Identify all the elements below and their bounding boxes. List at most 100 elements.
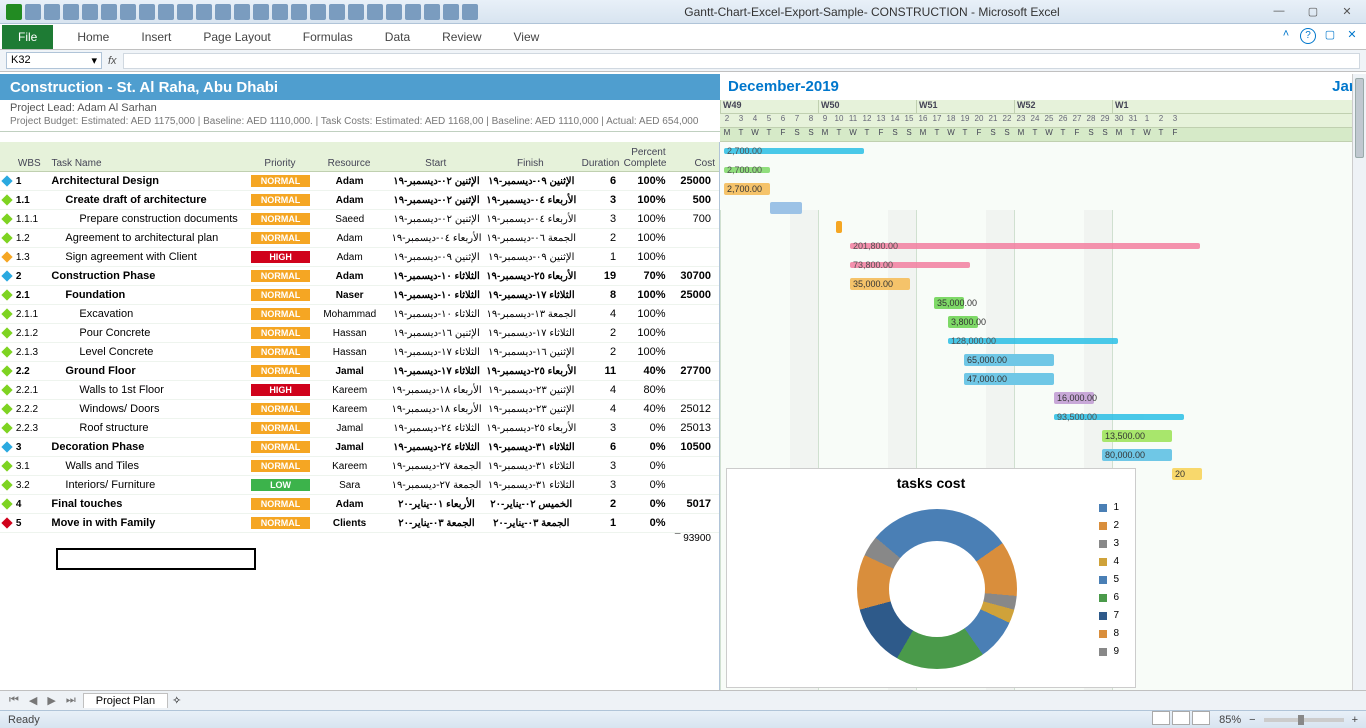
task-row[interactable]: 1.2Agreement to architectural planNORMAL…	[0, 229, 719, 248]
qat-button[interactable]	[139, 4, 155, 20]
tasks-cost-chart[interactable]: tasks cost 123456789	[726, 468, 1136, 688]
gantt-chart[interactable]: 2,700.00 2,700.00 2,700.00 201,800.00 73,800…	[720, 142, 1366, 690]
gantt-bar[interactable]: 13,500.00	[1102, 430, 1172, 442]
view-buttons[interactable]	[1151, 711, 1211, 728]
gantt-bar[interactable]: 16,000.00	[1054, 392, 1094, 404]
task-row[interactable]: 3.1Walls and TilesNORMALKareemالجمعة ٢٧-…	[0, 457, 719, 476]
qat-button[interactable]	[253, 4, 269, 20]
gantt-bar[interactable]: 93,500.00	[1054, 414, 1184, 420]
gantt-bar[interactable]: 201,800.00	[850, 243, 1200, 249]
formula-input[interactable]	[123, 53, 1360, 69]
col-percent[interactable]: Percent Complete	[620, 147, 670, 169]
gantt-bar[interactable]: 128,000.00	[948, 338, 1118, 344]
zoom-slider[interactable]	[1264, 718, 1344, 722]
qat-button[interactable]	[386, 4, 402, 20]
gantt-bar[interactable]: 20	[1172, 468, 1202, 480]
task-row[interactable]: 2.1.2Pour ConcreteNORMALHassanالإثنين ١٦…	[0, 324, 719, 343]
col-cost[interactable]: Cost	[670, 158, 719, 169]
tab-nav-next[interactable]: ▶	[44, 694, 58, 707]
zoom-level[interactable]: 85%	[1219, 714, 1241, 726]
selected-cell[interactable]	[56, 548, 256, 570]
gantt-bar[interactable]	[770, 202, 802, 214]
qat-button[interactable]	[215, 4, 231, 20]
col-wbs[interactable]: WBS	[14, 158, 48, 169]
gantt-bar[interactable]: 35,000.00	[850, 278, 910, 290]
task-row[interactable]: 2.1FoundationNORMALNaserالثلاثاء ١٠-ديسم…	[0, 286, 719, 305]
sheet-tab-project-plan[interactable]: Project Plan	[83, 693, 168, 708]
maximize-button[interactable]: ▢	[1300, 5, 1326, 18]
vertical-scrollbar[interactable]	[1352, 74, 1366, 690]
ribbon-tab-formulas[interactable]: Formulas	[287, 25, 369, 49]
qat-button[interactable]	[44, 4, 60, 20]
gantt-bar[interactable]: 47,000.00	[964, 373, 1054, 385]
close-button[interactable]: ✕	[1334, 5, 1360, 18]
qat-button[interactable]	[234, 4, 250, 20]
tab-nav-last[interactable]: ⏭	[63, 694, 79, 707]
ribbon-tab-insert[interactable]: Insert	[125, 25, 187, 49]
task-row[interactable]: 1.1Create draft of architectureNORMALAda…	[0, 191, 719, 210]
col-resource[interactable]: Resource	[310, 158, 389, 169]
task-row[interactable]: 2.2Ground FloorNORMALJamalالثلاثاء ١٧-دي…	[0, 362, 719, 381]
gantt-bar[interactable]: 73,800.00	[850, 262, 970, 268]
zoom-in-button[interactable]: +	[1352, 714, 1358, 726]
dropdown-icon[interactable]: ▾	[91, 54, 97, 67]
gantt-bar[interactable]: 2,700.00	[724, 183, 770, 195]
task-row[interactable]: 2Construction PhaseNORMALAdamالثلاثاء ١٠…	[0, 267, 719, 286]
qat-button[interactable]	[272, 4, 288, 20]
ribbon-tab-review[interactable]: Review	[426, 25, 497, 49]
file-tab[interactable]: File	[2, 25, 53, 49]
window-restore-icon[interactable]: ▢	[1322, 28, 1338, 44]
col-duration[interactable]: Duration	[578, 158, 620, 169]
task-row[interactable]: 2.2.3Roof structureNORMALJamalالثلاثاء ٢…	[0, 419, 719, 438]
gantt-bar[interactable]: 65,000.00	[964, 354, 1054, 366]
task-row[interactable]: 1.1.1Prepare construction documentsNORMA…	[0, 210, 719, 229]
tab-nav-first[interactable]: ⏮	[6, 694, 22, 707]
qat-button[interactable]	[63, 4, 79, 20]
col-priority[interactable]: Priority	[250, 158, 309, 169]
task-row[interactable]: 3Decoration PhaseNORMALJamalالثلاثاء ٢٤-…	[0, 438, 719, 457]
ribbon-tab-home[interactable]: Home	[61, 25, 125, 49]
ribbon-tab-view[interactable]: View	[498, 25, 556, 49]
qat-button[interactable]	[443, 4, 459, 20]
ribbon-tab-page-layout[interactable]: Page Layout	[187, 25, 286, 49]
gantt-bar[interactable]: 35,000.00	[934, 297, 964, 309]
ribbon-minimize-icon[interactable]: ˄	[1278, 28, 1294, 44]
qat-button[interactable]	[462, 4, 478, 20]
qat-button[interactable]	[158, 4, 174, 20]
quick-access-toolbar[interactable]	[6, 4, 478, 20]
task-row[interactable]: 3.2Interiors/ FurnitureLOWSaraالجمعة ٢٧-…	[0, 476, 719, 495]
zoom-out-button[interactable]: −	[1249, 714, 1255, 726]
gantt-bar[interactable]: 2,700.00	[724, 148, 864, 154]
qat-button[interactable]	[25, 4, 41, 20]
task-row[interactable]: 2.1.1ExcavationNORMALMohammadالثلاثاء ١٠…	[0, 305, 719, 324]
gantt-bar[interactable]: 3,800.00	[948, 316, 978, 328]
qat-button[interactable]	[367, 4, 383, 20]
qat-button[interactable]	[82, 4, 98, 20]
gantt-bar[interactable]: 2,700.00	[724, 167, 770, 173]
ribbon-tab-data[interactable]: Data	[369, 25, 426, 49]
task-row[interactable]: 1.3Sign agreement with ClientHIGHAdamالإ…	[0, 248, 719, 267]
window-close-icon[interactable]: ✕	[1344, 28, 1360, 44]
col-finish[interactable]: Finish	[483, 158, 578, 169]
task-row[interactable]: 4Final touchesNORMALAdamالأربعاء ٠١-يناي…	[0, 495, 719, 514]
col-task-name[interactable]: Task Name	[48, 158, 251, 169]
name-box[interactable]: K32▾	[6, 52, 102, 69]
qat-button[interactable]	[196, 4, 212, 20]
task-row[interactable]: 2.2.1Walls to 1st FloorHIGHKareemالأربعا…	[0, 381, 719, 400]
help-icon[interactable]: ?	[1300, 28, 1316, 44]
qat-button[interactable]	[348, 4, 364, 20]
qat-button[interactable]	[120, 4, 136, 20]
col-start[interactable]: Start	[388, 158, 483, 169]
qat-button[interactable]	[291, 4, 307, 20]
task-row[interactable]: 2.1.3Level ConcreteNORMALHassanالثلاثاء …	[0, 343, 719, 362]
new-sheet-icon[interactable]: ✧	[172, 694, 181, 707]
qat-button[interactable]	[424, 4, 440, 20]
task-row[interactable]: 1Architectural DesignNORMALAdamالإثنين ٠…	[0, 172, 719, 191]
minimize-button[interactable]: —	[1266, 5, 1292, 18]
gantt-bar[interactable]: 80,000.00	[1102, 449, 1172, 461]
tab-nav-prev[interactable]: ◀	[26, 694, 40, 707]
qat-button[interactable]	[177, 4, 193, 20]
qat-button[interactable]	[310, 4, 326, 20]
gantt-bar[interactable]	[836, 221, 842, 233]
task-row[interactable]: 2.2.2Windows/ DoorsNORMALKareemالأربعاء …	[0, 400, 719, 419]
